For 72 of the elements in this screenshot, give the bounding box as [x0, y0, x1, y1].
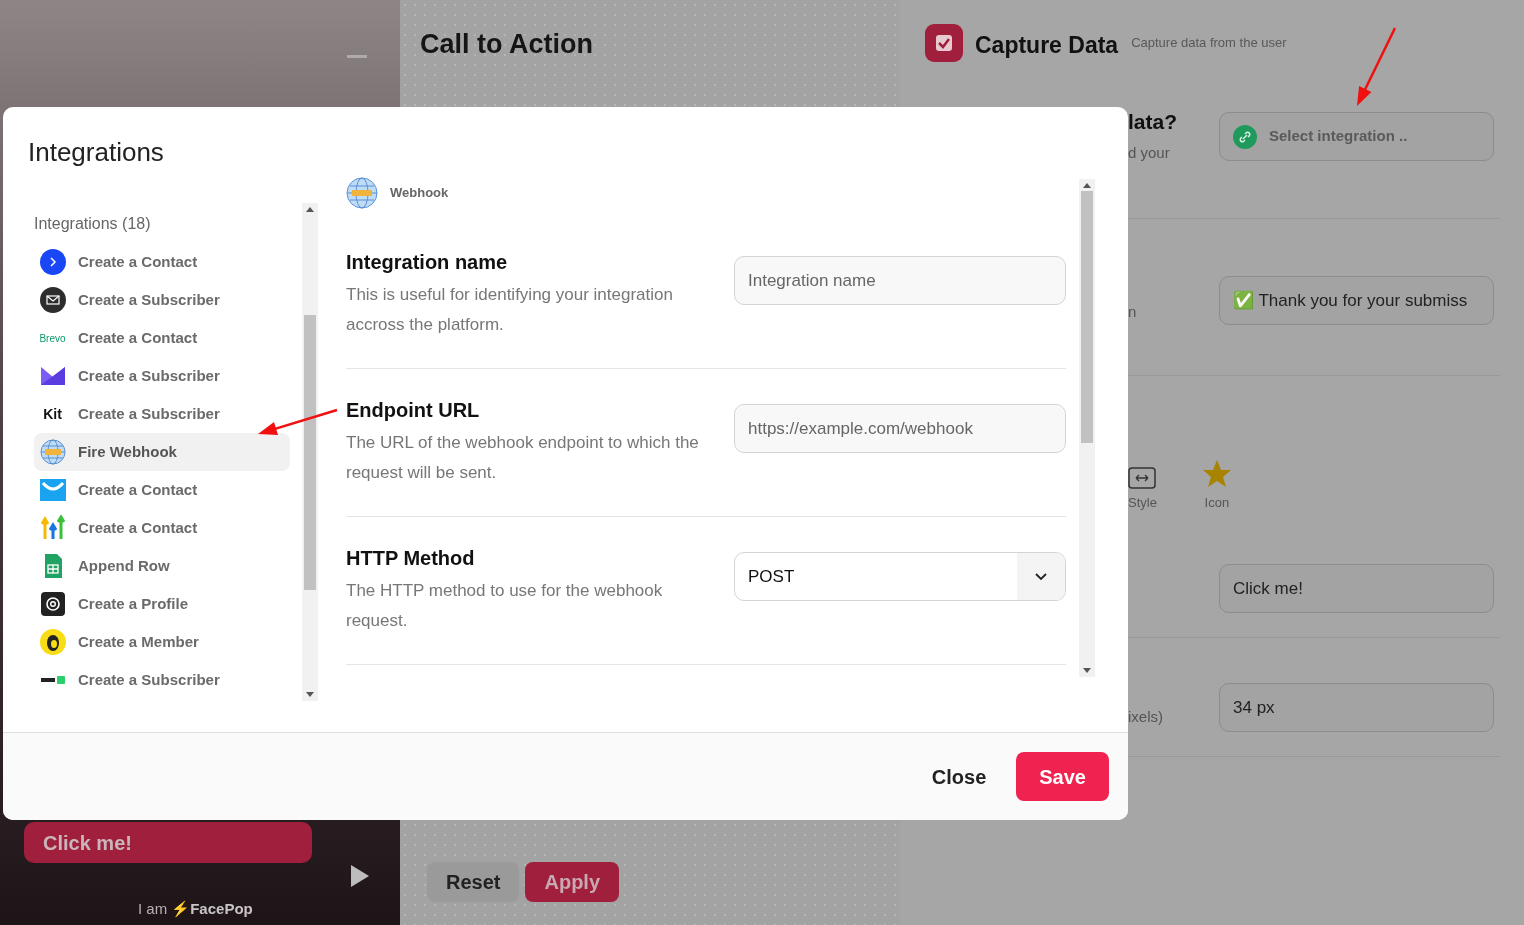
smile-icon [39, 477, 66, 503]
integration-item[interactable]: Create a Contact [34, 243, 290, 281]
resize-icon [1128, 466, 1157, 489]
select-value: POST [747, 565, 796, 588]
field-value: 34 px [1233, 696, 1275, 719]
field-description: The URL of the webhook endpoint to which the request will be sent. [346, 432, 700, 484]
logo-text: Brevo [39, 331, 66, 346]
envelope-icon [39, 287, 66, 313]
minimize-bar [347, 55, 367, 58]
field-description: This is useful for identifying your integration accross the platform. [346, 284, 674, 336]
text-field[interactable]: https://example.com/webhook [734, 404, 1066, 453]
branding-text: I am [138, 899, 168, 919]
scroll-up-icon [1083, 183, 1091, 188]
integration-item[interactable]: Create a Subscriber [34, 357, 290, 395]
play-icon [350, 864, 370, 888]
integration-item[interactable]: Append Row [34, 547, 290, 585]
field-value: Click me! [1233, 577, 1303, 600]
save-button[interactable]: Save [1016, 752, 1109, 801]
field-label: Endpoint URL [346, 398, 481, 423]
text-field[interactable]: ✅ Thank you for your submiss [1219, 276, 1494, 325]
chevron-circle-icon [39, 249, 66, 275]
cta-button[interactable]: Click me! [24, 822, 312, 863]
logo-text: Kit [43, 404, 62, 424]
field-value: ✅ Thank you for your submiss [1233, 289, 1468, 312]
field-label: Integration name [346, 250, 509, 275]
scroll-up-icon [306, 207, 314, 212]
integration-item[interactable]: Brevo Create a Contact [34, 319, 290, 357]
scroll-down-icon [306, 692, 314, 697]
checkbox-icon [925, 24, 963, 62]
panel-subtitle: Capture data from the user [1131, 34, 1287, 52]
bolt-icon: ⚡ [171, 898, 191, 921]
integration-item[interactable]: Create a Subscriber [34, 661, 290, 699]
scroll-down-icon [1083, 668, 1091, 673]
integration-item[interactable]: Create a Member [34, 623, 290, 661]
setting-description: d your [1128, 142, 1171, 163]
text-field[interactable]: 34 px [1219, 683, 1494, 732]
scrollbar[interactable] [1079, 179, 1095, 677]
text-field[interactable]: Click me! [1219, 564, 1494, 613]
apply-button[interactable]: Apply [525, 862, 620, 902]
setting-description: ixels) [1128, 706, 1164, 727]
field-description: The HTTP method to use for the webhook request. [346, 580, 664, 632]
integration-item[interactable]: Create a Contact [34, 471, 290, 509]
option-label[interactable]: Icon [1204, 492, 1230, 512]
panel-title: Capture Data [975, 31, 1119, 60]
integration-item[interactable]: Kit Create a Subscriber [34, 395, 290, 433]
close-button[interactable]: Close [917, 752, 1001, 801]
integration-item[interactable]: Create a Profile [34, 585, 290, 623]
arrows-icon [39, 515, 66, 541]
select-placeholder: Select integration .. [1269, 126, 1408, 147]
list-heading: Integrations (18) [34, 214, 152, 234]
integration-item[interactable]: Create a Subscriber [34, 281, 290, 319]
integration-select[interactable]: Select integration .. [1219, 112, 1494, 161]
method-select[interactable]: POST [734, 552, 1066, 601]
dialog-title: Integrations [28, 136, 164, 169]
setting-description: n [1128, 301, 1138, 322]
field-label: HTTP Method [346, 546, 476, 571]
brand-name: FacePop [190, 899, 253, 919]
text-field[interactable]: Integration name [734, 256, 1066, 305]
link-icon [1233, 124, 1257, 149]
integration-item[interactable]: Fire Webhook [34, 433, 290, 471]
option-label[interactable]: Style [1128, 492, 1157, 512]
detail-title: Webhook [390, 184, 449, 203]
globe-icon [346, 177, 378, 209]
chevron-down-icon [1035, 572, 1047, 581]
setting-title: lata? [1128, 109, 1178, 135]
editor-title: Call to Action [420, 28, 594, 61]
reset-button[interactable]: Reset [427, 862, 520, 902]
globe-icon [39, 439, 66, 465]
integration-item[interactable]: Create a Contact [34, 509, 290, 547]
logo-icon [39, 676, 66, 684]
scrollbar[interactable] [302, 203, 318, 701]
star-icon [1201, 458, 1232, 489]
